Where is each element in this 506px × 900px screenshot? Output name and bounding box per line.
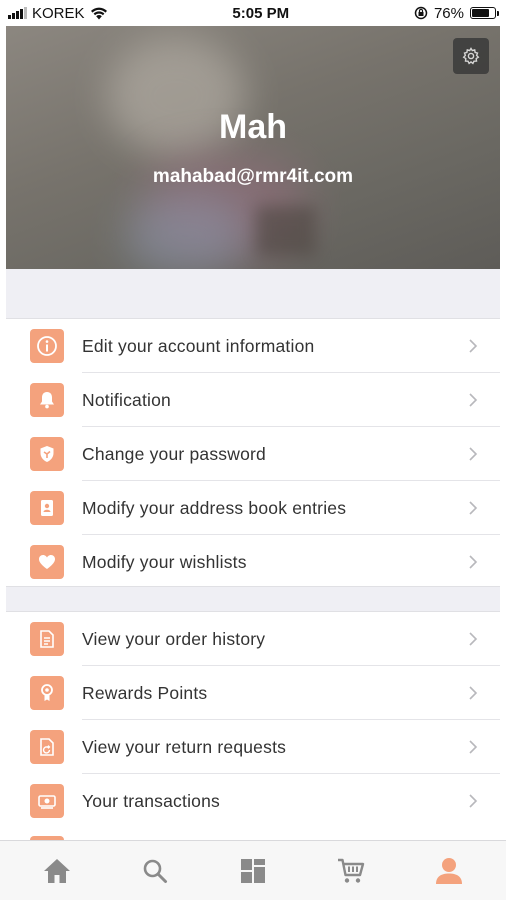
menu-item-label: Modify your wishlists — [82, 551, 247, 572]
menu-item-return-requests[interactable]: View your return requests — [6, 720, 500, 774]
tab-home[interactable] — [27, 846, 87, 896]
return-request-icon — [30, 730, 64, 764]
section-spacer — [6, 586, 500, 612]
menu-item-label: Your transactions — [82, 790, 220, 811]
menu-item-notification[interactable]: Notification — [6, 373, 500, 427]
transaction-icon — [30, 784, 64, 818]
profile-name: Mah — [219, 108, 287, 146]
menu-item-label: Change your password — [82, 443, 266, 464]
tab-bar — [0, 840, 506, 900]
menu-item-label: Rewards Points — [82, 682, 208, 703]
menu-item-partial[interactable] — [6, 828, 500, 840]
info-icon — [30, 329, 64, 363]
menu-item-label: Notification — [82, 389, 171, 410]
status-left: KOREK — [8, 5, 108, 22]
status-time: 5:05 PM — [232, 4, 290, 22]
chevron-right-icon — [468, 338, 478, 354]
search-icon — [143, 859, 167, 883]
chevron-right-icon — [468, 793, 478, 809]
heart-icon — [30, 545, 64, 579]
gear-icon — [462, 47, 480, 65]
chevron-right-icon — [468, 739, 478, 755]
menu-item-change-password[interactable]: Change your password — [6, 427, 500, 481]
address-book-icon — [30, 491, 64, 525]
wifi-icon — [90, 7, 107, 19]
menu-item-address-book[interactable]: Modify your address book entries — [6, 481, 500, 535]
menu-item-label: Modify your address book entries — [82, 497, 347, 518]
battery-percent: 76% — [433, 4, 464, 22]
tab-categories[interactable] — [223, 846, 283, 896]
menu-item-rewards-points[interactable]: Rewards Points — [6, 666, 500, 720]
home-icon — [44, 858, 70, 883]
profile-header: Mah mahabad@rmr4it.com — [6, 26, 500, 269]
menu-item-order-history[interactable]: View your order history — [6, 612, 500, 666]
menu-item-wishlists[interactable]: Modify your wishlists — [6, 535, 500, 589]
status-right: 76% — [414, 4, 499, 22]
battery-icon — [470, 7, 499, 19]
cart-icon — [338, 858, 365, 883]
chevron-right-icon — [468, 631, 478, 647]
bell-icon — [30, 383, 64, 417]
menu-item-label: Edit your account information — [82, 335, 315, 356]
settings-button[interactable] — [453, 38, 489, 74]
tab-cart[interactable] — [321, 846, 381, 896]
chevron-right-icon — [468, 500, 478, 516]
tab-search[interactable] — [125, 846, 185, 896]
order-history-icon — [30, 622, 64, 656]
chevron-right-icon — [468, 685, 478, 701]
shield-icon — [30, 437, 64, 471]
signal-icon — [8, 7, 27, 19]
battery-level — [472, 9, 489, 17]
menu-item-label: View your return requests — [82, 736, 287, 757]
account-menu: Edit your account information Notificati… — [6, 319, 500, 589]
orders-menu: View your order history Rewards Points V… — [6, 612, 500, 828]
section-spacer — [6, 269, 500, 319]
menu-item-transactions[interactable]: Your transactions — [6, 774, 500, 828]
status-bar: KOREK 5:05 PM 76% — [0, 0, 506, 26]
rotation-lock-icon — [414, 6, 428, 20]
chevron-right-icon — [468, 392, 478, 408]
tab-account[interactable] — [419, 846, 479, 896]
carrier-name: KOREK — [32, 4, 85, 22]
menu-item-edit-account[interactable]: Edit your account information — [6, 319, 500, 373]
menu-item-label: View your order history — [82, 628, 266, 649]
reward-icon — [30, 676, 64, 710]
profile-email: mahabad@rmr4it.com — [152, 166, 354, 187]
chevron-right-icon — [468, 446, 478, 462]
user-icon — [436, 857, 462, 884]
chevron-right-icon — [468, 554, 478, 570]
grid-icon — [241, 858, 265, 883]
